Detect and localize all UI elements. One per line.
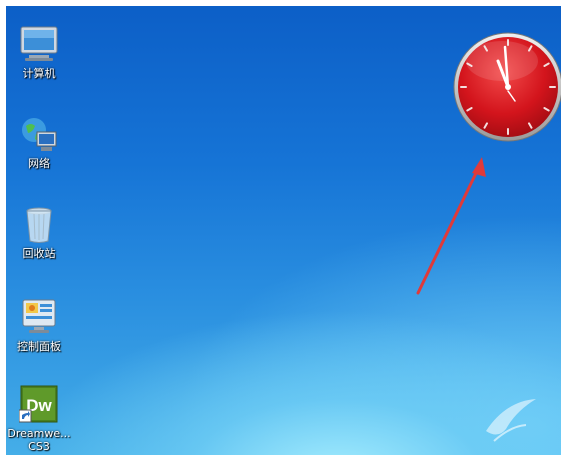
annotation-arrow bbox=[406, 151, 496, 305]
icon-label-control-panel: 控制面板 bbox=[17, 340, 61, 353]
desktop-icon-control-panel[interactable]: 控制面板 bbox=[6, 297, 72, 353]
desktop-icon-recycle-bin[interactable]: 回收站 bbox=[6, 204, 72, 260]
desktop-icon-network[interactable]: 网络 bbox=[6, 114, 72, 170]
network-icon bbox=[19, 114, 59, 154]
icon-label-dreamweaver-line2: CS3 bbox=[28, 440, 50, 453]
desktop-icon-computer[interactable]: 计算机 bbox=[6, 24, 72, 80]
recycle-bin-icon bbox=[19, 204, 59, 244]
clock-icon bbox=[453, 32, 561, 142]
dreamweaver-icon: Dw bbox=[18, 384, 59, 424]
windows-swirl-decoration bbox=[476, 391, 546, 455]
desktop-icon-dreamweaver[interactable]: Dw Dreamwe... CS3 bbox=[6, 384, 72, 453]
icon-label-recycle-bin: 回收站 bbox=[22, 247, 56, 260]
icon-label-dreamweaver: Dreamwe... bbox=[7, 427, 71, 440]
icon-label-computer: 计算机 bbox=[22, 67, 56, 80]
clock-gadget[interactable] bbox=[452, 31, 561, 147]
computer-icon bbox=[19, 24, 59, 64]
icon-label-network: 网络 bbox=[28, 157, 50, 170]
desktop: 计算机 网络 回收站 控制面板 Dw Dreamwe... CS3 bbox=[6, 6, 561, 455]
control-panel-icon bbox=[19, 297, 59, 337]
